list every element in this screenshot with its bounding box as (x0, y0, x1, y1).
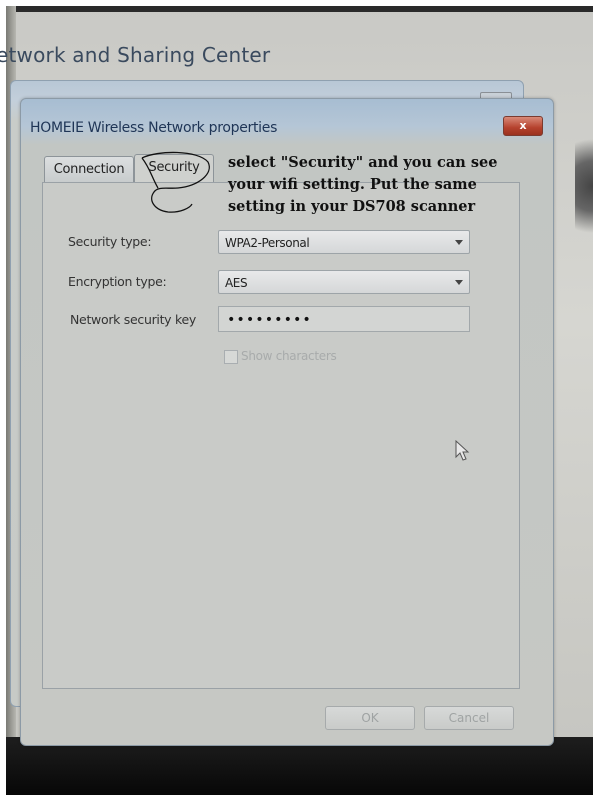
background-window-title: etwork and Sharing Center (0, 43, 271, 67)
encryption-type-label: Encryption type: (68, 274, 167, 289)
show-characters-label: Show characters (241, 349, 337, 363)
screen-shadow-right (575, 126, 593, 246)
mouse-cursor-icon (455, 440, 470, 461)
encryption-type-value: AES (225, 276, 248, 290)
ok-button[interactable]: OK (325, 706, 415, 730)
security-tab-panel (42, 182, 520, 689)
chevron-down-icon (455, 240, 463, 245)
close-icon: x (519, 119, 527, 132)
dialog-close-button[interactable]: x (503, 116, 543, 136)
annotation-line: setting in your DS708 scanner (228, 198, 476, 215)
security-type-label: Security type: (68, 234, 152, 249)
hand-drawn-circle-annotation (141, 151, 210, 213)
encryption-type-select[interactable]: AES (218, 270, 470, 294)
security-type-value: WPA2-Personal (225, 236, 310, 250)
show-characters-checkbox[interactable] (224, 350, 238, 364)
cancel-button[interactable]: Cancel (424, 706, 514, 730)
network-key-input[interactable]: ••••••••• (218, 306, 470, 332)
annotation-text: select "Security" and you can see your w… (228, 152, 528, 218)
annotation-line: your wifi setting. Put the same (228, 176, 477, 193)
tab-connection[interactable]: Connection (44, 156, 134, 183)
screen-bezel-top (6, 6, 593, 12)
chevron-down-icon (455, 280, 463, 285)
network-key-label: Network security key (70, 312, 196, 327)
dialog-title: HOMEIE Wireless Network properties (30, 120, 278, 136)
annotation-line: select "Security" and you can see (228, 154, 498, 171)
security-type-select[interactable]: WPA2-Personal (218, 230, 470, 254)
